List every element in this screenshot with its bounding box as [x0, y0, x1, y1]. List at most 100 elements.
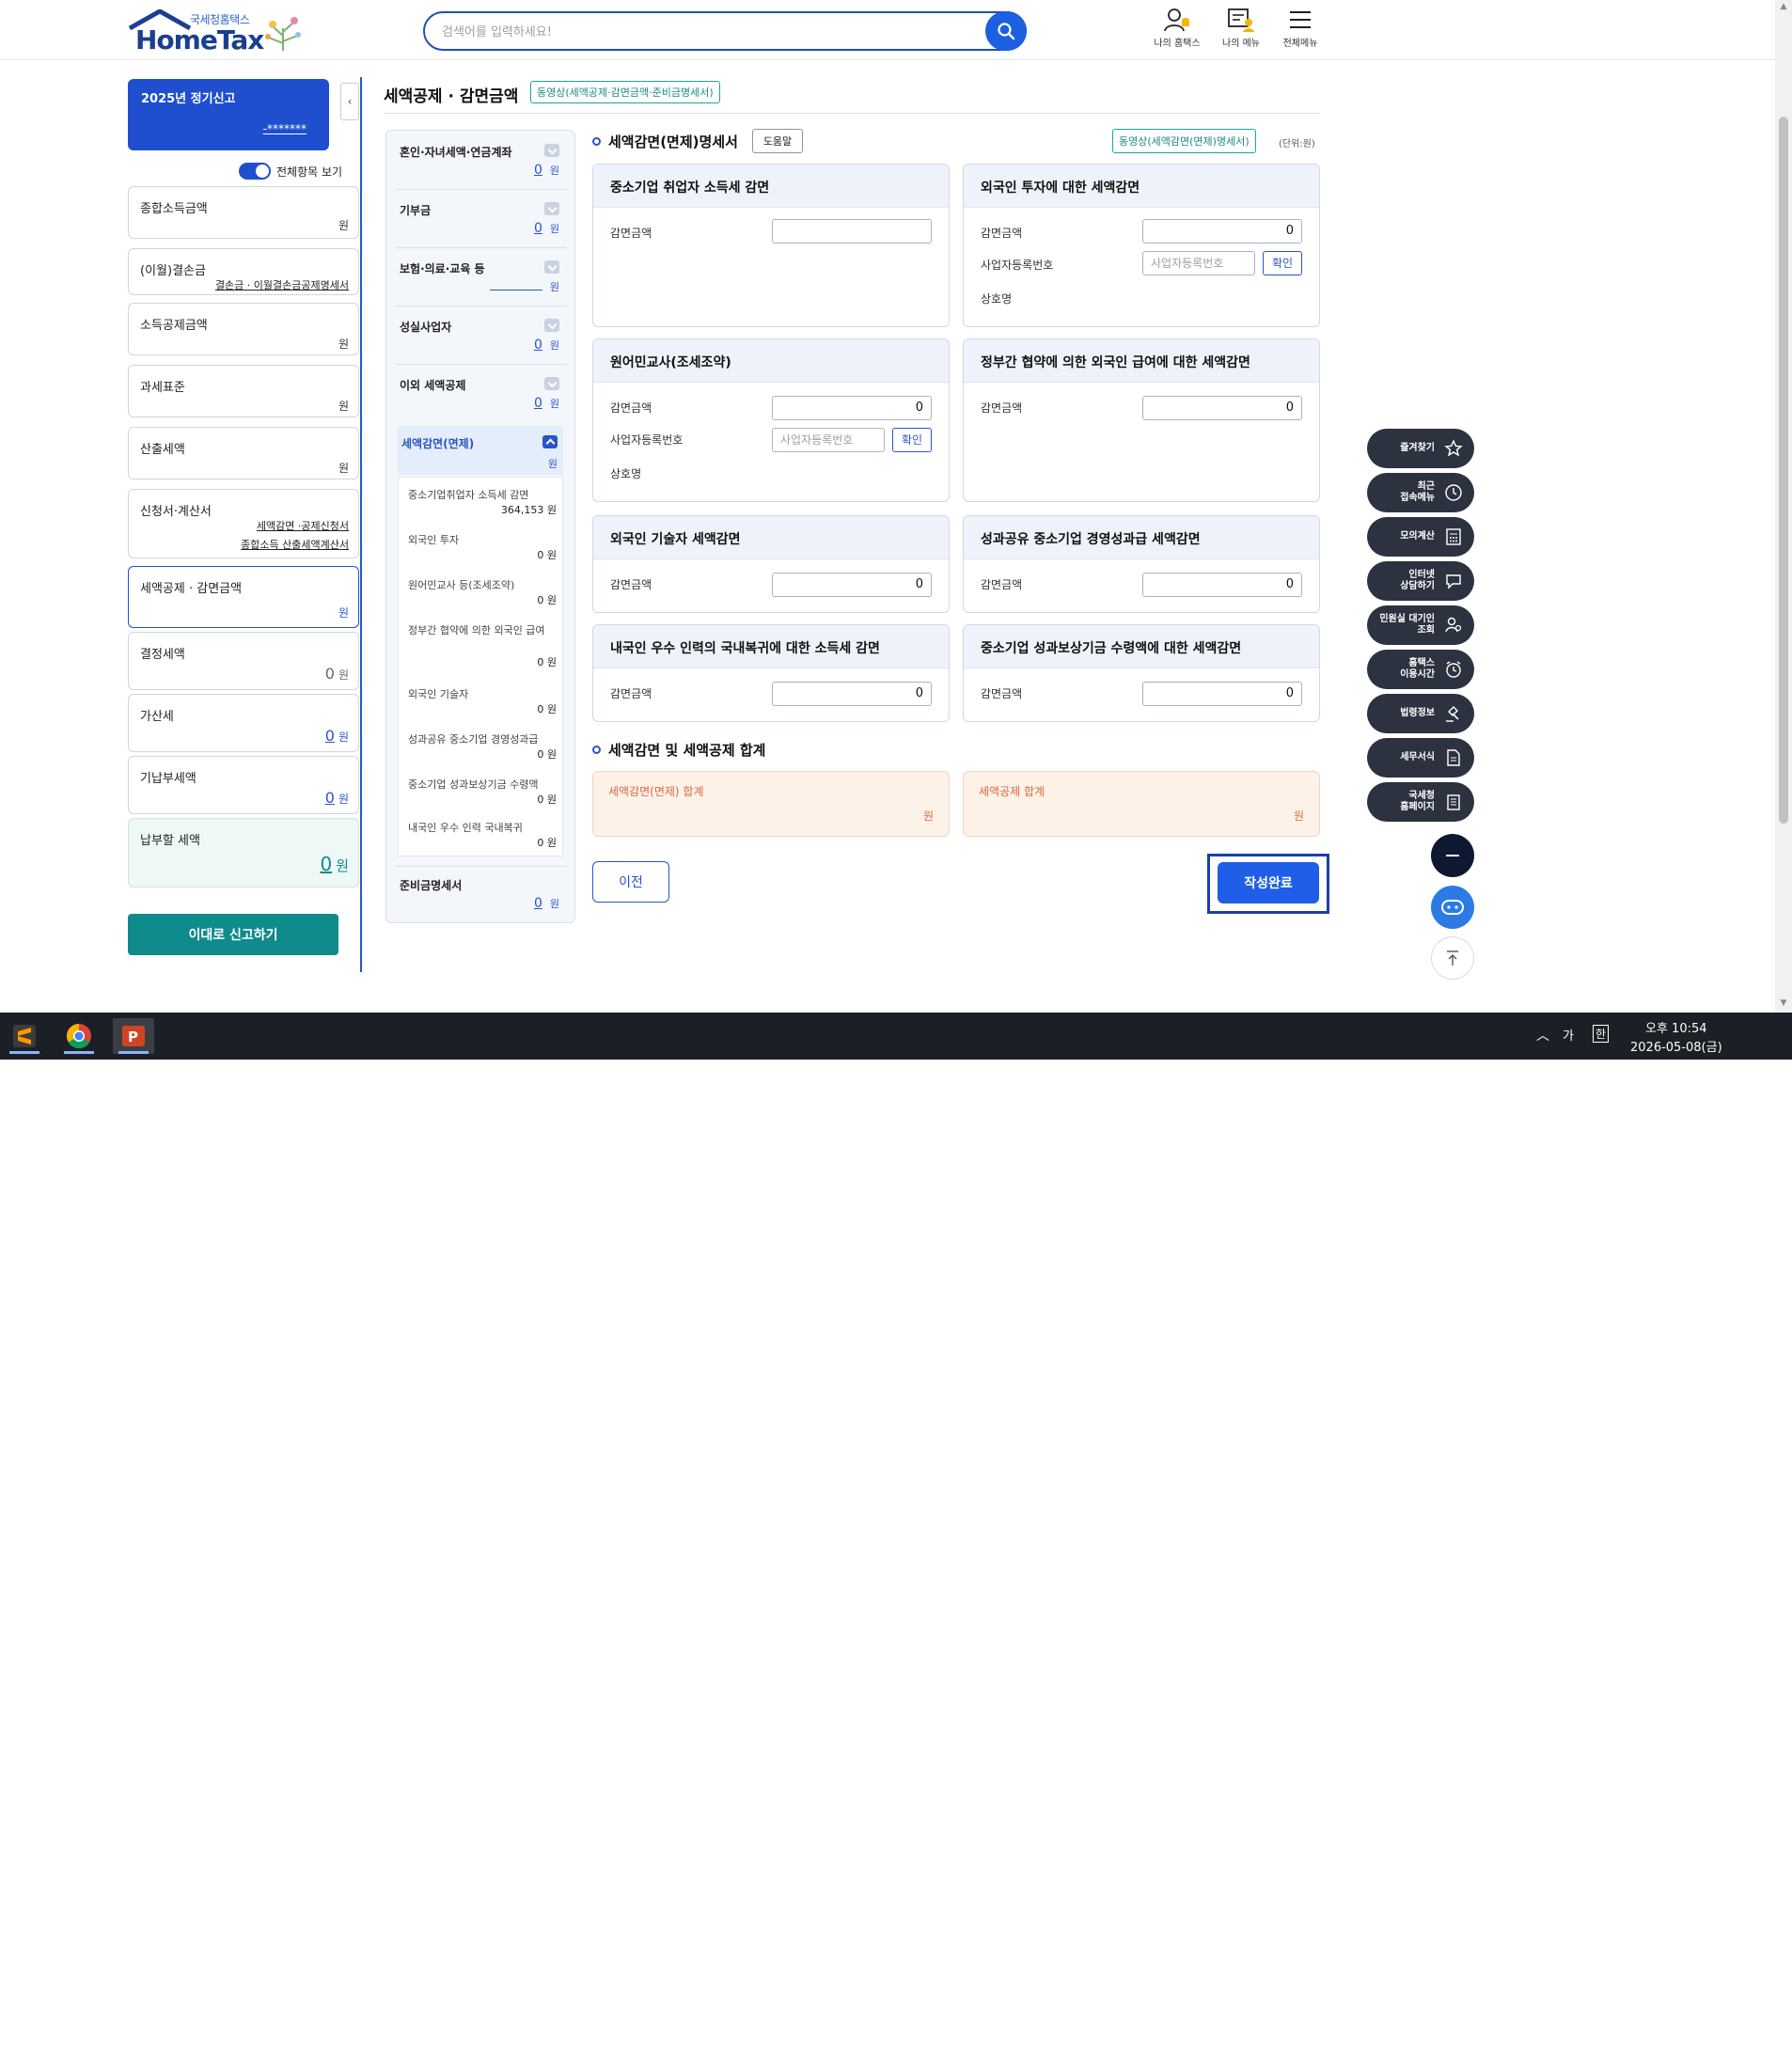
chevron-up-icon[interactable] [542, 435, 558, 448]
sum-label: (이월)결손금 [140, 264, 206, 278]
amount-input[interactable]: 0 [1142, 219, 1302, 244]
video-tag-reduction[interactable]: 동영상(세액감면(면제)명세서) [1112, 129, 1256, 153]
sum-value: 원 [338, 219, 349, 232]
my-hometax-label: 나의 홈택스 [1154, 39, 1201, 49]
sum-applications: 신청서·계산서 세액감면 ·공제신청서 종합소득 산출세액계산서 [128, 489, 359, 558]
sum-penalty-tax[interactable]: 가산세 0원 [128, 694, 359, 752]
quick-menu-recent[interactable]: 최근 접속메뉴 [1367, 473, 1474, 512]
submit-report-button[interactable]: 이대로 신고하기 [128, 914, 338, 955]
sub-item-sme-employee[interactable]: 중소기업취업자 소득세 감면 364,153 원 [408, 487, 557, 525]
video-tag-main[interactable]: 동영상(세액공제·감면금액·준비금명세서) [530, 81, 720, 103]
chatbot-button[interactable] [1431, 886, 1474, 929]
nav-item-marriage-child-pension[interactable]: 혼인·자녀세액·연금계좌 0원 [400, 144, 563, 181]
sum-tax-base[interactable]: 과세표준 원 [128, 365, 359, 417]
gavel-icon [1446, 706, 1459, 722]
quick-menu-service-hours[interactable]: 홈택스 이용시간 [1367, 650, 1474, 689]
chevron-down-icon[interactable] [544, 377, 559, 390]
sub-item-talent-return[interactable]: 내국인 우수 인력 국내복귀 0 원 [408, 820, 557, 852]
sum-income-deduction[interactable]: 소득공제금액 원 [128, 303, 359, 355]
ime-hangul-indicator[interactable]: 한 [1593, 1025, 1610, 1043]
quick-menu-online-consult[interactable]: 인터넷 상담하기 [1367, 561, 1474, 601]
previous-button[interactable]: 이전 [592, 861, 669, 903]
amount-input[interactable]: 0 [772, 573, 932, 597]
sub-item-native-teacher[interactable]: 원어민교사 등(조세조약) 0 원 [408, 577, 557, 609]
loss-statement-link[interactable]: 결손금 · 이월결손금공제명세서 [215, 277, 349, 292]
quick-menu-wait-status[interactable]: 민원실 대기인 조회 [1367, 605, 1474, 645]
reduction-application-link[interactable]: 세액감면 ·공제신청서 [257, 518, 349, 533]
chevron-down-icon[interactable] [544, 202, 559, 215]
sum-prepaid-tax[interactable]: 기납부세액 0원 [128, 756, 359, 814]
nav-item-other-credits[interactable]: 이외 세액공제 0원 [400, 377, 563, 415]
nav-item-sincere-business[interactable]: 성실사업자 0원 [400, 319, 563, 356]
sub-item-intergov-salary[interactable]: 정부간 협약에 의한 외국인 급여 0 원 [408, 622, 557, 668]
scroll-up-arrow[interactable]: ▲ [1778, 2, 1789, 13]
sum-determined-tax[interactable]: 결정세액 0원 [128, 632, 359, 690]
masked-id[interactable]: -******* [263, 122, 307, 135]
taskbar-powerpoint-app[interactable]: P [113, 1018, 154, 1054]
taskbar-chrome-app[interactable] [58, 1018, 100, 1054]
sub-item-performance-sharing[interactable]: 성과공유 중소기업 경영성과급 0 원 [408, 731, 557, 763]
notification-icon[interactable] [1745, 2039, 1766, 2058]
chevron-down-icon[interactable] [544, 260, 559, 274]
show-all-toggle[interactable] [239, 163, 271, 180]
biz-number-input[interactable]: 사업자등록번호 [772, 428, 885, 452]
scroll-top-button[interactable] [1431, 936, 1474, 980]
sub-item-performance-fund[interactable]: 중소기업 성과보상기금 수령액 0 원 [408, 777, 557, 809]
person-search-icon [1445, 617, 1462, 633]
my-hometax-link[interactable]: 나의 홈택스 [1144, 8, 1210, 55]
scrollbar-thumb[interactable] [1779, 117, 1788, 824]
sub-item-foreign-engineer[interactable]: 외국인 기술자 0 원 [408, 686, 557, 718]
nav-item-tax-reduction-active[interactable]: 세액감면(면제) 원 [398, 426, 563, 475]
scroll-down-arrow[interactable]: ▼ [1778, 998, 1789, 1010]
amount-input[interactable]: 0 [1142, 682, 1302, 706]
amount-input[interactable] [772, 219, 932, 244]
calculated-tax-sheet-link[interactable]: 종합소득 산출세액계산서 [241, 537, 349, 552]
unit-label: (단위:원) [1279, 139, 1315, 149]
search-button[interactable] [985, 11, 1027, 51]
amount-input[interactable]: 0 [1142, 573, 1302, 597]
nav-item-reserve-statement[interactable]: 준비금명세서 0원 [400, 877, 563, 915]
chevron-down-icon[interactable] [544, 144, 559, 157]
taskbar-sublime-app[interactable] [4, 1018, 45, 1054]
my-menu-link[interactable]: 나의 메뉴 [1208, 8, 1274, 55]
sum-tax-credit-reduction[interactable]: 세액공제 · 감면금액 원 [128, 566, 359, 628]
nav-item-donation[interactable]: 기부금 0원 [400, 202, 563, 240]
amount-label: 감면금액 [981, 687, 1023, 700]
amount-input[interactable]: 0 [1142, 396, 1302, 420]
confirm-button[interactable]: 확인 [892, 428, 932, 452]
windows-taskbar: P ︿ 가 한 오후 10:54 2026-05-08(금) [0, 1013, 1792, 2058]
complete-button[interactable]: 작성완료 [1218, 862, 1319, 903]
quick-menu-nts-homepage[interactable]: 국세청 홈페이지 [1367, 782, 1474, 822]
search-bar[interactable] [423, 11, 1027, 51]
sum-value: 0원 [324, 665, 349, 683]
quick-menu-collapse-button[interactable] [1431, 834, 1474, 877]
confirm-button[interactable]: 확인 [1263, 251, 1302, 275]
clock-time[interactable]: 오후 10:54 [1645, 1018, 1707, 1036]
biz-number-input[interactable]: 사업자등록번호 [1142, 251, 1255, 275]
biz-number-label: 사업자등록번호 [610, 433, 684, 447]
nav-label: 세액감면(면제) [401, 437, 475, 450]
sub-item-foreign-investment[interactable]: 외국인 투자 0 원 [408, 532, 557, 564]
quick-menu-simulation[interactable]: 모의계산 [1367, 517, 1474, 557]
hometax-logo[interactable]: 국세청홈택스 HomeTax [128, 9, 316, 55]
collapse-sidebar-button[interactable]: ‹ [340, 83, 359, 120]
clock-date[interactable]: 2026-05-08(금) [1630, 1037, 1722, 1055]
quick-menu-favorites[interactable]: 즐겨찾기 [1367, 429, 1474, 468]
all-menu-link[interactable]: 전체메뉴 [1267, 8, 1333, 55]
chevron-down-icon[interactable] [544, 319, 559, 332]
search-input[interactable] [442, 22, 978, 42]
show-all-toggle-row[interactable]: 전체항목 보기 [239, 162, 342, 181]
quick-menu-tax-forms[interactable]: 세무서식 [1367, 738, 1474, 778]
nav-value: 0원 [533, 338, 559, 353]
sum-label: 종합소득금액 [140, 202, 208, 216]
ime-mode-indicator[interactable]: 가 [1563, 1026, 1574, 1044]
card-header: 원어민교사(조세조약) [593, 339, 949, 383]
tray-overflow-chevron-icon[interactable]: ︿ [1536, 1026, 1549, 1045]
sum-gross-income[interactable]: 종합소득금액 원 [128, 186, 359, 239]
sum-calculated-tax[interactable]: 산출세액 원 [128, 427, 359, 479]
nav-item-insurance-medical-education[interactable]: 보험·의료·교육 등 원 [400, 260, 563, 298]
amount-input[interactable]: 0 [772, 396, 932, 420]
help-button[interactable]: 도움말 [752, 129, 803, 153]
quick-menu-law-info[interactable]: 법령정보 [1367, 694, 1474, 733]
amount-input[interactable]: 0 [772, 682, 932, 706]
